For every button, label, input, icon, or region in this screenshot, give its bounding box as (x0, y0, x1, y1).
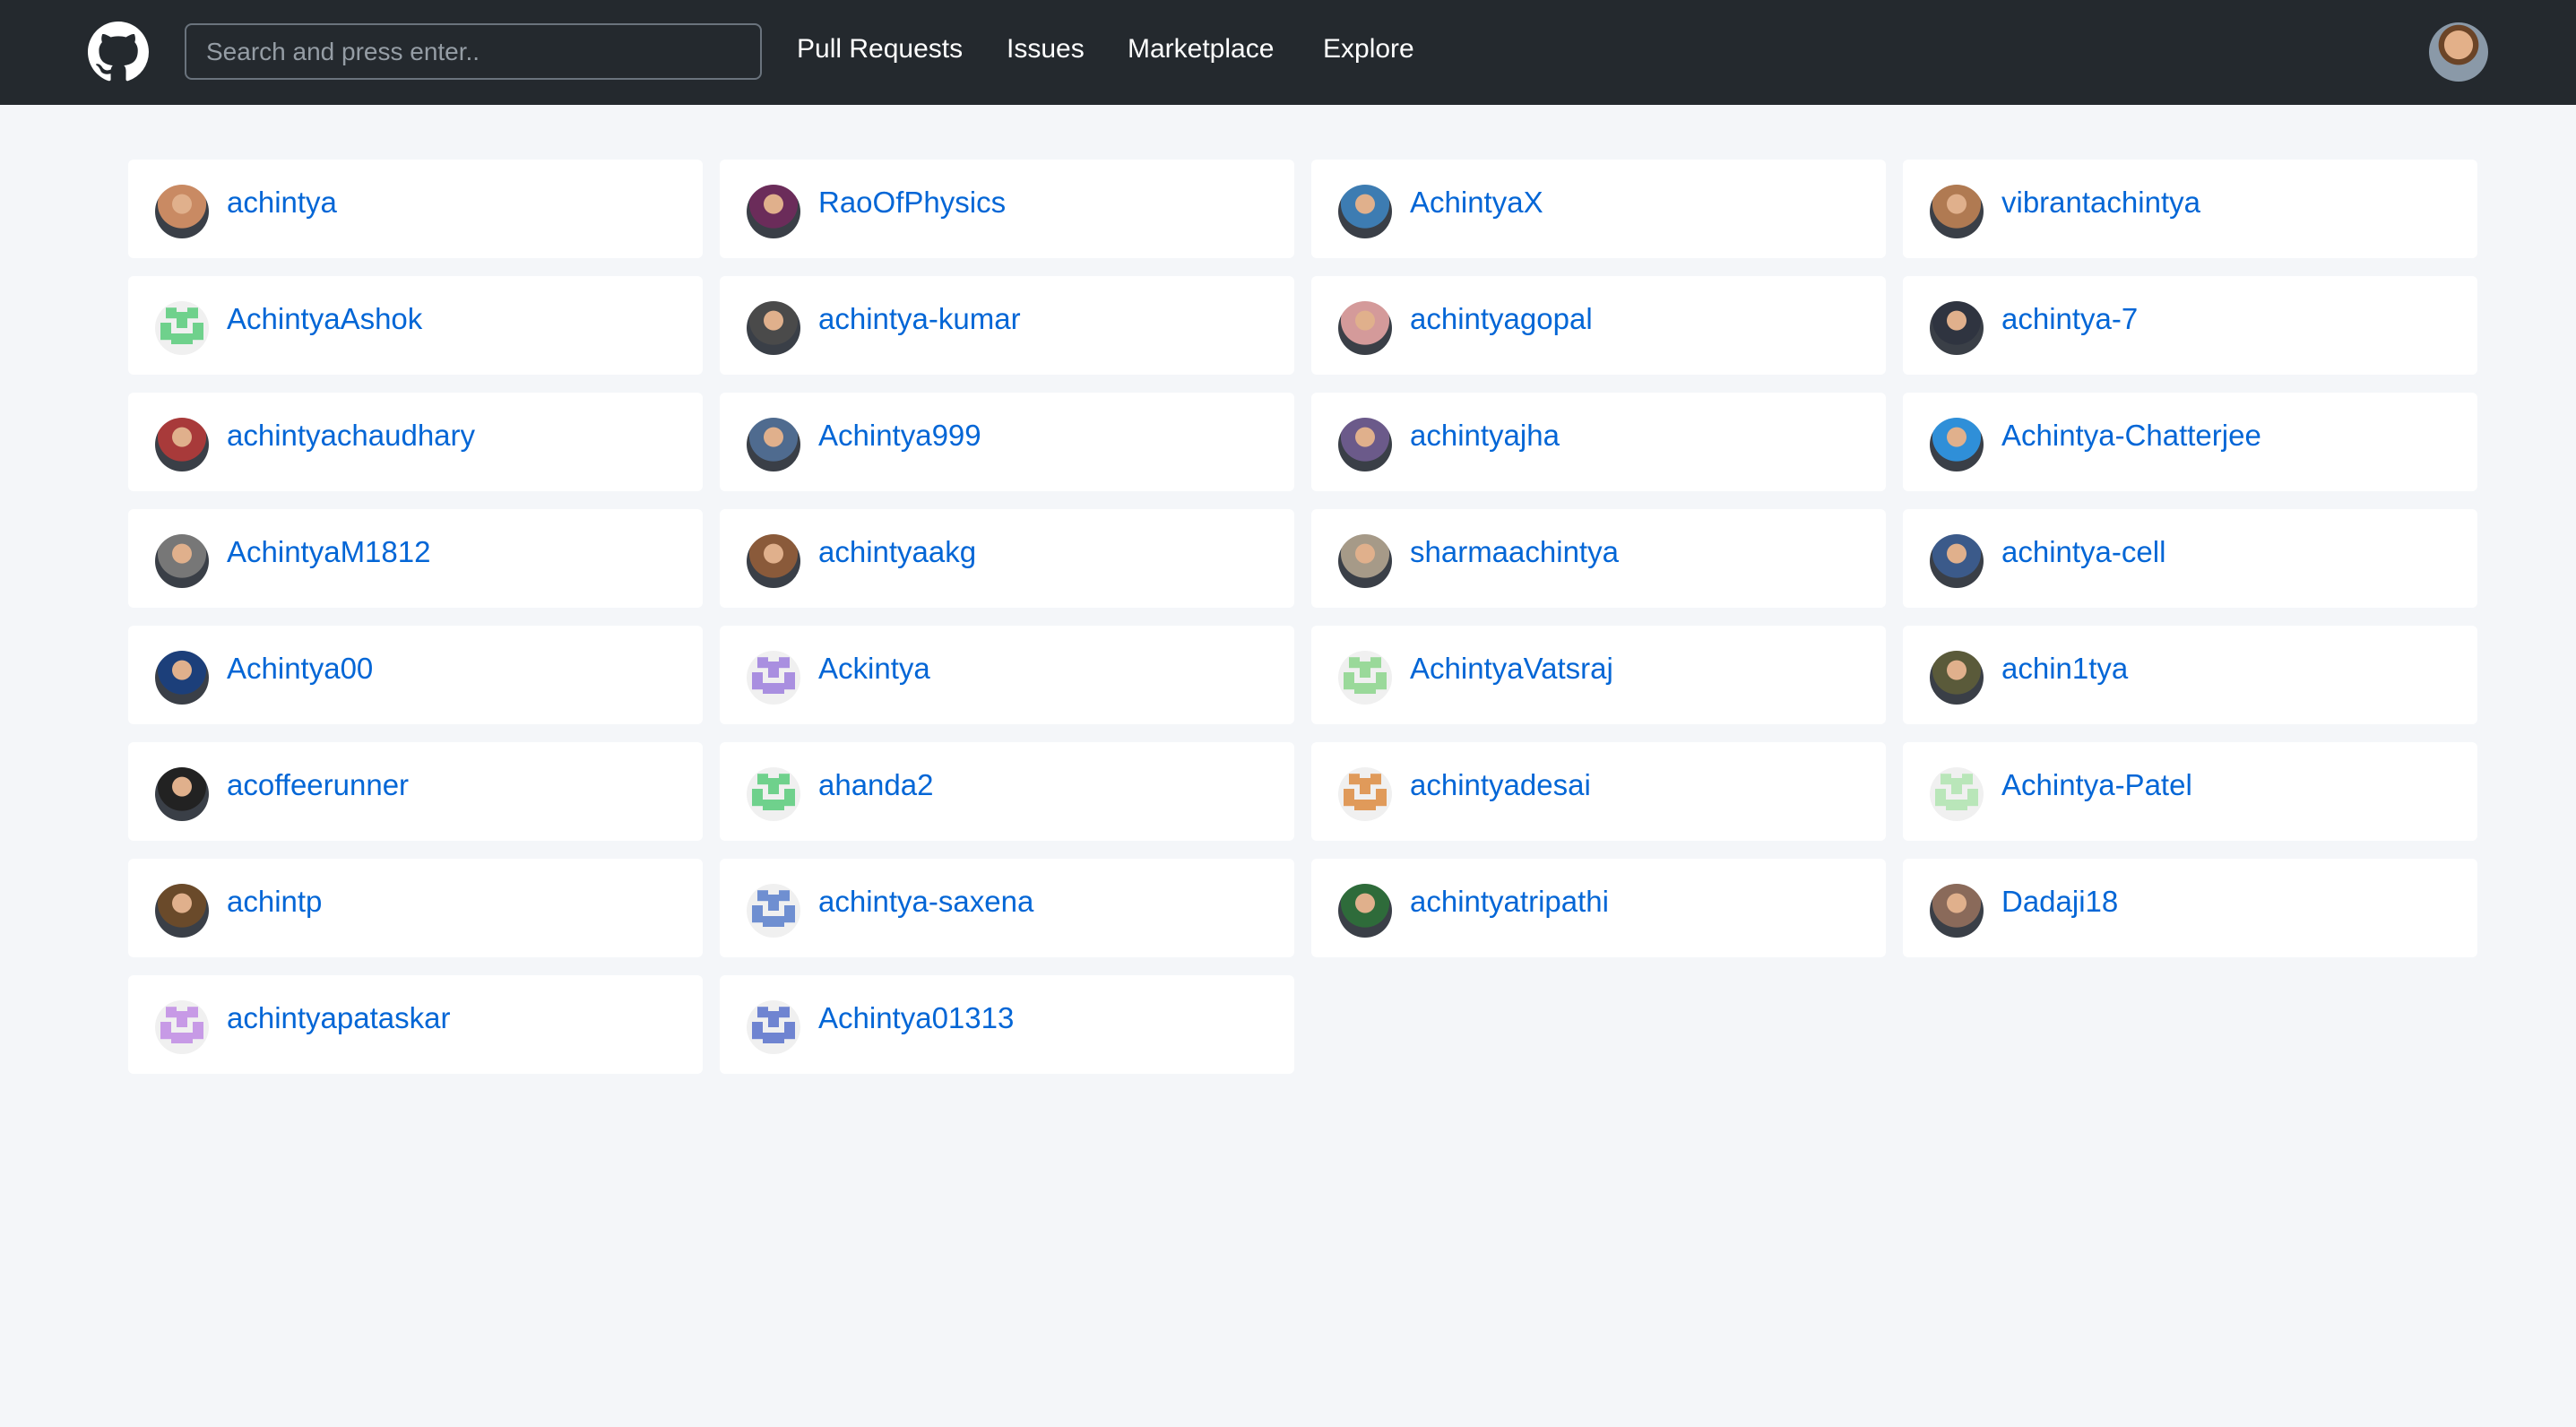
username-link[interactable]: achintya-7 (2001, 301, 2138, 337)
nav-marketplace[interactable]: Marketplace (1128, 32, 1274, 66)
user-avatar (155, 185, 209, 238)
username-link[interactable]: achin1tya (2001, 651, 2128, 687)
user-avatar (155, 767, 209, 821)
user-avatar (1930, 651, 1984, 705)
nav-explore[interactable]: Explore (1323, 32, 1414, 66)
nav-pull-requests[interactable]: Pull Requests (797, 32, 963, 66)
username-link[interactable]: AchintyaVatsraj (1410, 651, 1613, 687)
user-card[interactable]: Achintya999 (720, 393, 1294, 491)
username-link[interactable]: achintya-kumar (818, 301, 1021, 337)
profile-avatar[interactable] (2429, 22, 2488, 82)
username-link[interactable]: acoffeerunner (227, 767, 409, 803)
user-avatar (1338, 185, 1392, 238)
username-link[interactable]: achintyagopal (1410, 301, 1593, 337)
username-link[interactable]: achintyapataskar (227, 1000, 450, 1036)
username-link[interactable]: achintyatripathi (1410, 884, 1609, 920)
user-card[interactable]: vibrantachintya (1903, 160, 2477, 258)
user-card[interactable]: acoffeerunner (128, 742, 703, 841)
user-avatar (155, 651, 209, 705)
username-link[interactable]: AchintyaAshok (227, 301, 422, 337)
identicon-avatar (747, 651, 800, 705)
user-avatar (155, 884, 209, 938)
username-link[interactable]: sharmaachintya (1410, 534, 1619, 570)
username-link[interactable]: AchintyaM1812 (227, 534, 430, 570)
identicon-avatar (747, 884, 800, 938)
user-avatar (1930, 884, 1984, 938)
username-link[interactable]: achintya (227, 185, 337, 221)
github-logo-icon[interactable] (88, 22, 149, 82)
username-link[interactable]: achintyadesai (1410, 767, 1591, 803)
user-card[interactable]: achintya-saxena (720, 859, 1294, 957)
username-link[interactable]: Achintya-Chatterjee (2001, 418, 2261, 454)
user-avatar (1338, 418, 1392, 471)
user-card[interactable]: achin1tya (1903, 626, 2477, 724)
user-card[interactable]: achintp (128, 859, 703, 957)
user-card[interactable]: achintya (128, 160, 703, 258)
search-input[interactable] (185, 23, 762, 80)
user-avatar (747, 534, 800, 588)
identicon-avatar (747, 1000, 800, 1054)
username-link[interactable]: Ackintya (818, 651, 930, 687)
user-card[interactable]: achintya-kumar (720, 276, 1294, 375)
username-link[interactable]: achintya-saxena (818, 884, 1033, 920)
user-card[interactable]: Achintya01313 (720, 975, 1294, 1074)
user-avatar (1930, 418, 1984, 471)
identicon-avatar (1338, 651, 1392, 705)
user-grid: achintya RaoOfPhysics AchintyaX vibrantachi… (128, 160, 2477, 1074)
username-link[interactable]: Achintya00 (227, 651, 373, 687)
user-card[interactable]: achintyachaudhary (128, 393, 703, 491)
identicon-avatar (747, 767, 800, 821)
username-link[interactable]: Achintya999 (818, 418, 981, 454)
user-avatar (1930, 185, 1984, 238)
user-avatar (1930, 301, 1984, 355)
username-link[interactable]: ahanda2 (818, 767, 933, 803)
user-avatar (155, 534, 209, 588)
username-link[interactable]: vibrantachintya (2001, 185, 2200, 221)
username-link[interactable]: achintp (227, 884, 322, 920)
username-link[interactable]: achintyajha (1410, 418, 1560, 454)
user-card[interactable]: Achintya00 (128, 626, 703, 724)
user-avatar (1338, 301, 1392, 355)
user-card[interactable]: achintya-cell (1903, 509, 2477, 608)
user-card[interactable]: Achintya-Chatterjee (1903, 393, 2477, 491)
user-card[interactable]: achintyatripathi (1311, 859, 1886, 957)
username-link[interactable]: Achintya01313 (818, 1000, 1014, 1036)
user-card[interactable]: Dadaji18 (1903, 859, 2477, 957)
user-card[interactable]: achintyajha (1311, 393, 1886, 491)
username-link[interactable]: AchintyaX (1410, 185, 1543, 221)
user-avatar (1338, 884, 1392, 938)
user-card[interactable]: achintya-7 (1903, 276, 2477, 375)
username-link[interactable]: Dadaji18 (2001, 884, 2118, 920)
user-card[interactable]: RaoOfPhysics (720, 160, 1294, 258)
user-card[interactable]: achintyaakg (720, 509, 1294, 608)
identicon-avatar (155, 1000, 209, 1054)
user-card[interactable]: Ackintya (720, 626, 1294, 724)
user-card[interactable]: sharmaachintya (1311, 509, 1886, 608)
user-avatar (747, 301, 800, 355)
identicon-avatar (155, 301, 209, 355)
user-card[interactable]: AchintyaVatsraj (1311, 626, 1886, 724)
user-card[interactable]: AchintyaM1812 (128, 509, 703, 608)
username-link[interactable]: RaoOfPhysics (818, 185, 1006, 221)
user-card[interactable]: achintyagopal (1311, 276, 1886, 375)
user-card[interactable]: Achintya-Patel (1903, 742, 2477, 841)
username-link[interactable]: Achintya-Patel (2001, 767, 2192, 803)
identicon-avatar (1338, 767, 1392, 821)
user-avatar (1930, 534, 1984, 588)
user-avatar (747, 418, 800, 471)
username-link[interactable]: achintyachaudhary (227, 418, 475, 454)
nav-issues[interactable]: Issues (1007, 32, 1085, 66)
user-card[interactable]: ahanda2 (720, 742, 1294, 841)
user-avatar (1338, 534, 1392, 588)
user-card[interactable]: achintyadesai (1311, 742, 1886, 841)
username-link[interactable]: achintyaakg (818, 534, 976, 570)
user-avatar (747, 185, 800, 238)
username-link[interactable]: achintya-cell (2001, 534, 2165, 570)
identicon-avatar (1930, 767, 1984, 821)
user-card[interactable]: AchintyaAshok (128, 276, 703, 375)
top-navbar: Pull Requests Issues Marketplace Explore (0, 0, 2576, 105)
user-avatar (155, 418, 209, 471)
user-card[interactable]: AchintyaX (1311, 160, 1886, 258)
user-card[interactable]: achintyapataskar (128, 975, 703, 1074)
